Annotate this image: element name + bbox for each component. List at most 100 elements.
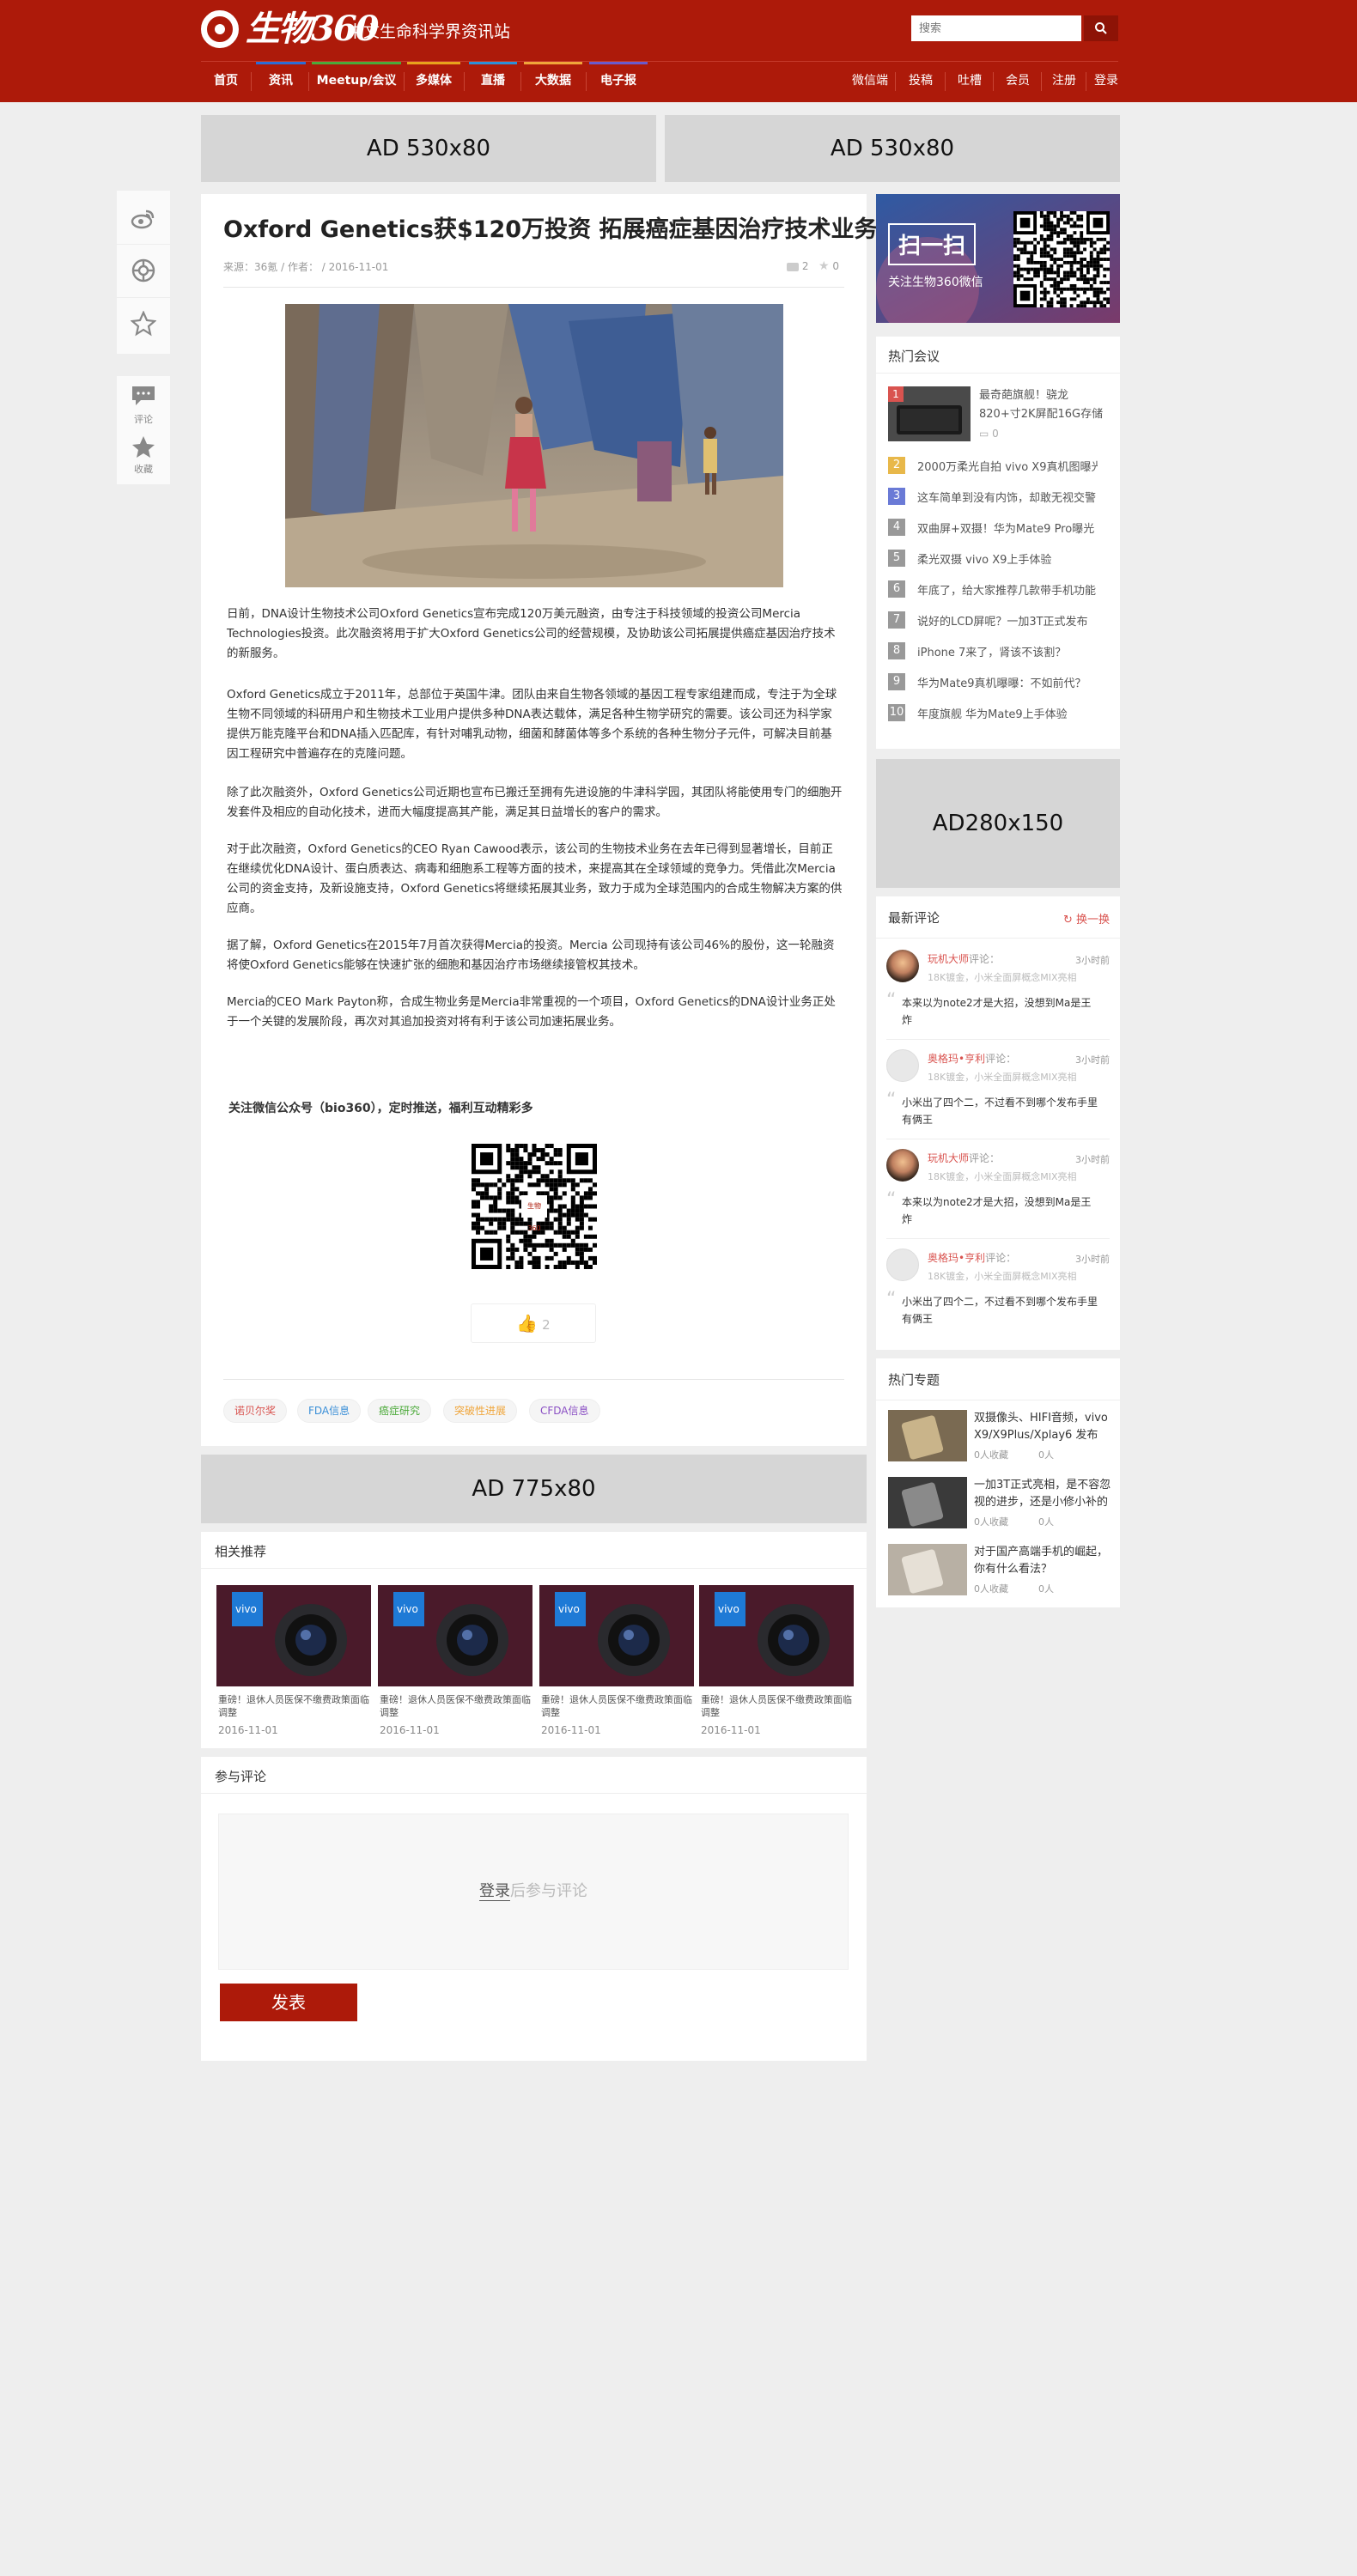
submit-comment-button[interactable]: 发表 bbox=[220, 1984, 357, 2021]
hot-meeting-link[interactable]: 双曲屏+双摄！华为Mate9 Pro曝光 bbox=[917, 519, 1098, 536]
article-paragraph: Oxford Genetics成立于2011年，总部位于英国牛津。团队由来自生物… bbox=[227, 688, 837, 761]
comment-article-link[interactable]: 18K镀金，小米全面屏概念MIX亮相 bbox=[928, 1070, 1108, 1084]
avatar[interactable] bbox=[886, 950, 919, 982]
hot-meeting-link[interactable]: 2000万柔光自拍 vivo X9真机图曝光 bbox=[917, 458, 1098, 474]
ad-banner-bottom[interactable]: AD 775x80 bbox=[201, 1455, 867, 1523]
avatar[interactable] bbox=[886, 1149, 919, 1182]
nav-bigdata[interactable]: 大数据 bbox=[524, 62, 582, 100]
commenter-name[interactable]: 奥格玛•亨利 bbox=[928, 1053, 985, 1065]
ad-banner-top-left[interactable]: AD 530x80 bbox=[201, 115, 656, 182]
nav-separator bbox=[895, 72, 896, 91]
tag-fda[interactable]: FDA信息 bbox=[297, 1399, 362, 1423]
like-button[interactable]: 👍 2 bbox=[471, 1303, 596, 1343]
hot-meeting-link[interactable]: 说好的LCD屏呢？一加3T正式发布 bbox=[917, 612, 1098, 629]
hot-top-thumbnail[interactable]: 1 bbox=[888, 386, 971, 441]
comment-article-link[interactable]: 18K镀金，小米全面屏概念MIX亮相 bbox=[928, 1269, 1108, 1283]
nav-home[interactable]: 首页 bbox=[201, 62, 251, 100]
wechat-qr-banner[interactable]: 扫一扫 关注生物360微信 bbox=[876, 194, 1120, 323]
rank-badge: 6 bbox=[888, 580, 905, 598]
weibo-icon[interactable] bbox=[131, 206, 156, 232]
related-item[interactable]: vivo 重磅！退休人员医保不缴费政策面临调整 2016-11-01 bbox=[699, 1585, 854, 1740]
svg-text:vivo: vivo bbox=[235, 1603, 257, 1615]
quote-icon: “ bbox=[886, 1090, 897, 1111]
hot-meeting-link[interactable]: 柔光双摄 vivo X9上手体验 bbox=[917, 550, 1098, 567]
login-link[interactable]: 登录 bbox=[479, 1882, 510, 1901]
hot-meeting-link[interactable]: 年度旗舰 华为Mate9上手体验 bbox=[917, 705, 1098, 721]
nav-wechat[interactable]: 微信端 bbox=[845, 62, 895, 100]
ad-sidebar[interactable]: AD280x150 bbox=[876, 759, 1120, 888]
article-stats: 2 ★ 0 bbox=[787, 259, 839, 273]
search-button[interactable] bbox=[1084, 15, 1118, 41]
wechat-moments-icon[interactable] bbox=[131, 258, 156, 283]
hot-meeting-link[interactable]: iPhone 7来了，肾该不该割？ bbox=[917, 643, 1098, 659]
nav-live[interactable]: 直播 bbox=[469, 62, 517, 100]
related-item[interactable]: vivo 重磅！退休人员医保不缴费政策面临调整 2016-11-01 bbox=[216, 1585, 371, 1740]
topic-title[interactable]: 一加3T正式亮相，是不容忽视的进步，还是小修小补的更新 bbox=[974, 1477, 1111, 1511]
related-thumbnail: vivo bbox=[699, 1585, 854, 1686]
nav-news[interactable]: 资讯 bbox=[256, 62, 306, 100]
nav-multimedia[interactable]: 多媒体 bbox=[407, 62, 460, 100]
hot-meeting-link[interactable]: 年底了，给大家推荐几款带手机功能 bbox=[917, 581, 1098, 598]
nav-member[interactable]: 会员 bbox=[996, 62, 1039, 100]
rank-badge: 5 bbox=[888, 550, 905, 567]
search-input[interactable] bbox=[911, 15, 1081, 41]
comment-icon[interactable] bbox=[131, 385, 156, 410]
wechat-follow-note: 关注微信公众号（bio360），定时推送，福利互动精彩多 bbox=[228, 1102, 533, 1115]
nav-label: Meetup/会议 bbox=[316, 74, 397, 88]
nav-label: 电子报 bbox=[600, 74, 636, 88]
qzone-icon[interactable] bbox=[130, 310, 157, 337]
related-item[interactable]: vivo 重磅！退休人员医保不缴费政策面临调整 2016-11-01 bbox=[378, 1585, 532, 1740]
topic-meta: 0人收藏 0人 bbox=[974, 1516, 1054, 1528]
nav-login[interactable]: 登录 bbox=[1089, 62, 1123, 100]
nav-label: 首页 bbox=[214, 74, 238, 88]
refresh-icon: ↻ bbox=[1062, 914, 1073, 927]
action-bar: 评论 收藏 bbox=[117, 376, 170, 484]
refresh-button[interactable]: ↻ 换一换 bbox=[1063, 910, 1110, 927]
related-thumbnail: vivo bbox=[378, 1585, 532, 1686]
favorite-icon[interactable] bbox=[131, 434, 156, 460]
rank-badge: 9 bbox=[888, 673, 905, 690]
commenter-name[interactable]: 玩机大师 bbox=[928, 1152, 969, 1164]
favorite-label: 收藏 bbox=[134, 464, 153, 475]
comment-article-link[interactable]: 18K镀金，小米全面屏概念MIX亮相 bbox=[928, 970, 1108, 984]
logo-icon[interactable] bbox=[201, 10, 239, 48]
topic-thumbnail[interactable] bbox=[888, 1477, 967, 1528]
commenter-name[interactable]: 奥格玛•亨利 bbox=[928, 1252, 985, 1264]
related-item-title: 重磅！退休人员医保不缴费政策面临调整 bbox=[701, 1694, 852, 1718]
favorite-count-icon: ★ bbox=[818, 259, 830, 273]
topic-title[interactable]: 对于国产高端手机的崛起，你有什么看法？ bbox=[974, 1544, 1111, 1578]
hot-top-title[interactable]: 最奇葩旗舰！骁龙820+寸2K屏配16G存储 bbox=[979, 386, 1108, 424]
commenter-name[interactable]: 玩机大师 bbox=[928, 953, 969, 965]
topic-thumbnail[interactable] bbox=[888, 1544, 967, 1595]
avatar[interactable] bbox=[886, 1249, 919, 1281]
topic-thumbnail[interactable] bbox=[888, 1410, 967, 1461]
hot-meeting-link[interactable]: 这车简单到没有内饰，却敢无视交警 bbox=[917, 489, 1098, 505]
banner-title: 扫一扫 bbox=[888, 223, 977, 265]
comment-count-icon bbox=[787, 262, 800, 271]
nav-meetup[interactable]: Meetup/会议 bbox=[312, 62, 401, 100]
comment-article-link[interactable]: 18K镀金，小米全面屏概念MIX亮相 bbox=[928, 1170, 1108, 1183]
topic-title[interactable]: 双摄像头、HIFI音频，vivo X9/X9Plus/Xplay6 发布 bbox=[974, 1410, 1111, 1444]
latest-comments-title: 最新评论 bbox=[888, 910, 940, 926]
comment-label: 评论 bbox=[134, 414, 153, 425]
divider bbox=[117, 297, 170, 298]
nav-submit[interactable]: 投稿 bbox=[898, 62, 943, 100]
nav-register[interactable]: 注册 bbox=[1044, 62, 1084, 100]
thumbs-up-icon: 👍 bbox=[516, 1313, 539, 1334]
tag-nobel[interactable]: 诺贝尔奖 bbox=[223, 1399, 288, 1423]
article-paragraph: 据了解，Oxford Genetics在2015年7月首次获得Mercia的投资… bbox=[227, 939, 835, 972]
hot-meeting-link[interactable]: 华为Mate9真机曝曝：不如前代？ bbox=[917, 674, 1098, 690]
article-card: Oxford Genetics获$120万投资 拓展癌症基因治疗技术业务 来源：… bbox=[201, 194, 878, 1446]
comment-textarea[interactable]: 登录后参与评论 bbox=[218, 1814, 849, 1970]
ad-banner-top-right[interactable]: AD 530x80 bbox=[665, 115, 1120, 182]
nav-feedback[interactable]: 吐槽 bbox=[948, 62, 991, 100]
tag-breakthrough[interactable]: 突破性进展 bbox=[443, 1399, 518, 1423]
avatar[interactable] bbox=[886, 1049, 919, 1082]
tag-cfda[interactable]: CFDA信息 bbox=[529, 1399, 600, 1423]
comment-action: 评论： bbox=[969, 953, 1001, 965]
comment-time: 3小时前 bbox=[1075, 1254, 1110, 1265]
quote-icon: “ bbox=[886, 1289, 897, 1310]
related-item[interactable]: vivo 重磅！退休人员医保不缴费政策面临调整 2016-11-01 bbox=[539, 1585, 694, 1740]
tag-cancer[interactable]: 癌症研究 bbox=[368, 1399, 432, 1423]
nav-enews[interactable]: 电子报 bbox=[589, 62, 648, 100]
